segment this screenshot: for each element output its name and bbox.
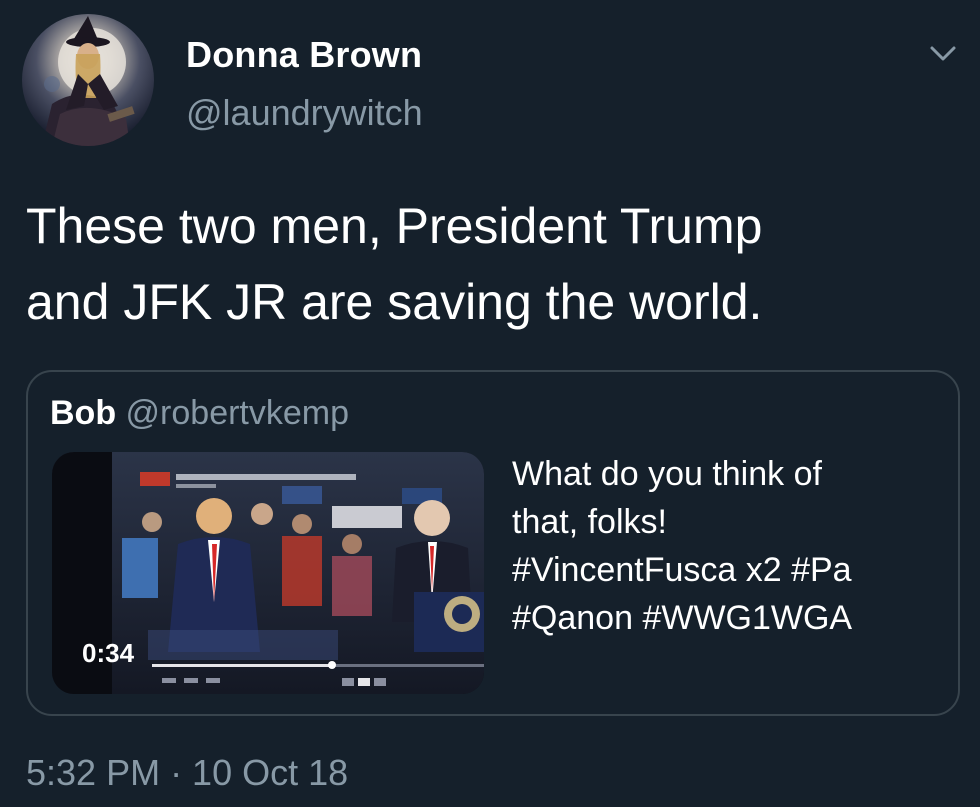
avatar[interactable] (22, 14, 154, 146)
display-name[interactable]: Donna Brown (186, 34, 422, 76)
quoted-tweet-hashtags[interactable]: #VincentFusca x2 #Pa (512, 546, 952, 594)
quoted-tweet-text: What do you think of that, folks! #Vince… (512, 450, 952, 642)
video-duration: 0:34 (82, 638, 135, 668)
tweet: Donna Brown @laundrywitch These two men,… (0, 0, 980, 807)
tweet-text-line: and JFK JR are saving the world. (26, 274, 763, 330)
quoted-tweet-name: Bob (50, 394, 117, 432)
quoted-tweet-hashtags[interactable]: #Qanon #WWG1WGA (512, 594, 952, 642)
tweet-text-line: These two men, President Trump (26, 198, 763, 254)
quoted-tweet-text-line: What do you think of (512, 455, 822, 493)
user-handle[interactable]: @laundrywitch (186, 92, 423, 134)
play-icon[interactable] (334, 572, 374, 612)
quoted-tweet-handle: @robertvkemp (125, 394, 350, 432)
tweet-text: These two men, President Trump and JFK J… (26, 188, 956, 340)
quoted-tweet-author: Bob @robertvkemp (50, 394, 349, 433)
quoted-tweet-text-line: that, folks! (512, 503, 667, 541)
witch-avatar-icon (42, 16, 135, 146)
chevron-down-icon[interactable] (928, 42, 958, 66)
tweet-timestamp[interactable]: 5:32 PM · 10 Oct 18 (26, 752, 348, 794)
video-thumbnail[interactable]: 0:34 (52, 452, 484, 694)
quoted-tweet-card[interactable]: Bob @robertvkemp 0:34 What do you think … (26, 370, 960, 716)
